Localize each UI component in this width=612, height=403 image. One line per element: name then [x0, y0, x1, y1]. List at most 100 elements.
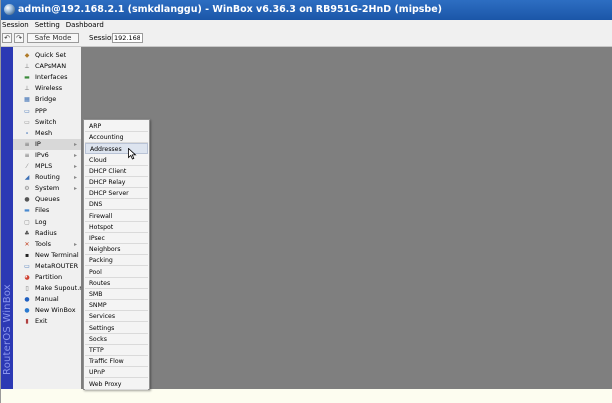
- sidebar-item-routing[interactable]: ◢ Routing ▸: [13, 172, 81, 183]
- sidebar-item-radius[interactable]: ♣ Radius: [13, 228, 81, 239]
- redo-icon: ↷: [16, 34, 22, 42]
- sidebar-item-ppp[interactable]: ▭ PPP: [13, 106, 81, 117]
- sidebar-item-files[interactable]: ▬ Files: [13, 205, 81, 216]
- submenu-item-hotspot[interactable]: Hotspot: [85, 222, 148, 233]
- menu-bar: Session Setting Dashboard: [1, 20, 612, 31]
- submenu-item-firewall[interactable]: Firewall: [85, 211, 148, 222]
- toolbar: ↶ ↷ Safe Mode Session:: [1, 31, 612, 47]
- sidebar-item-bridge[interactable]: ▦ Bridge: [13, 94, 81, 105]
- mpls-icon: ⁄: [26, 163, 28, 170]
- sidebar-item-exit[interactable]: ▮ Exit: [13, 316, 81, 327]
- sidebar-item-label: PPP: [35, 106, 47, 115]
- sidebar-item-label: New WinBox: [35, 306, 76, 315]
- submenu-item-dns[interactable]: DNS: [85, 199, 148, 211]
- tools-icon: ✕: [24, 240, 30, 248]
- submenu-item-web-proxy[interactable]: Web Proxy: [85, 379, 148, 390]
- sidebar-item-wireless[interactable]: ⊥ Wireless: [13, 83, 81, 94]
- log-icon: ▢: [24, 218, 30, 226]
- routeros-brand-strip: RouterOS WinBox: [1, 47, 13, 389]
- sidebar-item-label: CAPsMAN: [35, 62, 67, 71]
- sidebar-item-mpls[interactable]: ⁄ MPLS ▸: [13, 161, 81, 172]
- menu-dashboard[interactable]: Dashboard: [63, 20, 107, 31]
- sidebar-item-label: Log: [35, 217, 47, 226]
- ip-icon: ≡: [24, 140, 30, 148]
- submenu-item-upnp[interactable]: UPnP: [85, 367, 148, 379]
- sidebar-item-metarouter[interactable]: ▭ MetaROUTER: [13, 261, 81, 272]
- sidebar-item-label: Files: [35, 206, 50, 215]
- winbox-window: admin@192.168.2.1 (smkdlanggu) - WinBox …: [0, 0, 612, 403]
- submenu-item-routes[interactable]: Routes: [85, 278, 148, 289]
- sidebar-item-partition[interactable]: ◕ Partition: [13, 272, 81, 283]
- submenu-arrow-icon: ▸: [74, 151, 78, 159]
- sidebar-item-new-terminal[interactable]: ▪ New Terminal: [13, 250, 81, 261]
- submenu-item-addresses[interactable]: Addresses: [85, 143, 148, 155]
- winbox-app-icon: [4, 4, 15, 15]
- sidebar-item-queues[interactable]: ● Queues: [13, 194, 81, 205]
- sidebar-item-label: IP: [35, 139, 41, 148]
- sidebar-item-capsman[interactable]: ⊥ CAPsMAN: [13, 61, 81, 72]
- sidebar-item-log[interactable]: ▢ Log: [13, 217, 81, 228]
- sidebar-item-label: New Terminal: [35, 250, 79, 259]
- menu-setting[interactable]: Setting: [32, 20, 63, 31]
- system-icon: ⚙: [24, 185, 30, 193]
- mesh-icon: ∘: [25, 129, 29, 137]
- submenu-arrow-icon: ▸: [74, 163, 78, 170]
- winbox-icon: ●: [24, 307, 30, 315]
- submenu-item-smb[interactable]: SMB: [85, 289, 148, 300]
- sidebar-item-label: MetaROUTER: [35, 261, 79, 270]
- sidebar-item-interfaces[interactable]: ▬ Interfaces: [13, 72, 81, 83]
- status-area: [1, 389, 612, 403]
- sidebar-item-make-supout-rif[interactable]: ▯ Make Supout.rif: [13, 283, 86, 294]
- sidebar-item-mesh[interactable]: ∘ Mesh: [13, 128, 81, 139]
- submenu-item-ipsec[interactable]: IPsec: [85, 233, 148, 244]
- submenu-arrow-icon: ▸: [74, 140, 78, 148]
- submenu-item-neighbors[interactable]: Neighbors: [85, 244, 148, 256]
- antenna-icon: ⊥: [24, 63, 30, 71]
- radius-icon: ♣: [24, 229, 30, 237]
- menu-session[interactable]: Session: [1, 20, 32, 31]
- safe-mode-button[interactable]: Safe Mode: [27, 33, 79, 43]
- submenu-item-traffic-flow[interactable]: Traffic Flow: [85, 356, 148, 368]
- title-bar[interactable]: admin@192.168.2.1 (smkdlanggu) - WinBox …: [1, 0, 612, 20]
- sidebar-item-tools[interactable]: ✕ Tools ▸: [13, 239, 81, 250]
- ip-submenu: ARP Accounting Addresses Cloud DHCP Client DH…: [83, 119, 150, 390]
- workspace-area[interactable]: [81, 47, 612, 389]
- submenu-item-arp[interactable]: ARP: [85, 121, 148, 132]
- session-input[interactable]: [112, 33, 143, 43]
- partition-icon: ◕: [24, 274, 30, 281]
- ppp-icon: ▭: [24, 107, 30, 115]
- routing-icon: ◢: [24, 174, 30, 182]
- submenu-item-dhcp-relay[interactable]: DHCP Relay: [85, 177, 148, 188]
- routeros-winbox-brand: RouterOS WinBox: [2, 284, 13, 375]
- submenu-item-settings[interactable]: Settings: [85, 323, 148, 334]
- submenu-item-cloud[interactable]: Cloud: [85, 155, 148, 166]
- submenu-item-dhcp-client[interactable]: DHCP Client: [85, 166, 148, 177]
- sidebar-item-ipv6[interactable]: ≡ IPv6 ▸: [13, 150, 81, 161]
- sidebar-item-quick-set[interactable]: ◆ Quick Set: [13, 50, 81, 61]
- submenu-item-tftp[interactable]: TFTP: [85, 345, 148, 356]
- sidebar-item-new-winbox[interactable]: ● New WinBox: [13, 305, 81, 316]
- sidebar-item-label: MPLS: [35, 162, 53, 170]
- submenu-arrow-icon: ▸: [74, 185, 78, 193]
- sidebar-item-manual[interactable]: ● Manual: [13, 294, 81, 305]
- sidebar-item-ip[interactable]: ≡ IP ▸: [13, 138, 81, 150]
- sidebar-item-label: Queues: [35, 195, 60, 204]
- undo-icon: ↶: [4, 34, 10, 42]
- ipv6-icon: ≡: [24, 151, 30, 159]
- submenu-item-socks[interactable]: Socks: [85, 334, 148, 345]
- submenu-item-packing[interactable]: Packing: [85, 255, 148, 267]
- sidebar-item-system[interactable]: ⚙ System ▸: [13, 183, 81, 194]
- undo-button[interactable]: ↶: [2, 33, 12, 43]
- submenu-item-pool[interactable]: Pool: [85, 267, 148, 278]
- sidebar-item-label: Make Supout.rif: [35, 284, 87, 293]
- sidebar-item-label: Bridge: [35, 95, 57, 104]
- submenu-item-dhcp-server[interactable]: DHCP Server: [85, 188, 148, 200]
- submenu-item-services[interactable]: Services: [85, 311, 148, 323]
- redo-button[interactable]: ↷: [14, 33, 24, 43]
- sidebar-item-label: Mesh: [35, 128, 53, 137]
- sidebar-item-switch[interactable]: ▭ Switch: [13, 117, 81, 128]
- submenu-item-snmp[interactable]: SNMP: [85, 300, 148, 312]
- supout-icon: ▯: [25, 285, 29, 293]
- submenu-item-accounting[interactable]: Accounting: [85, 132, 148, 144]
- metarouter-icon: ▭: [24, 262, 30, 270]
